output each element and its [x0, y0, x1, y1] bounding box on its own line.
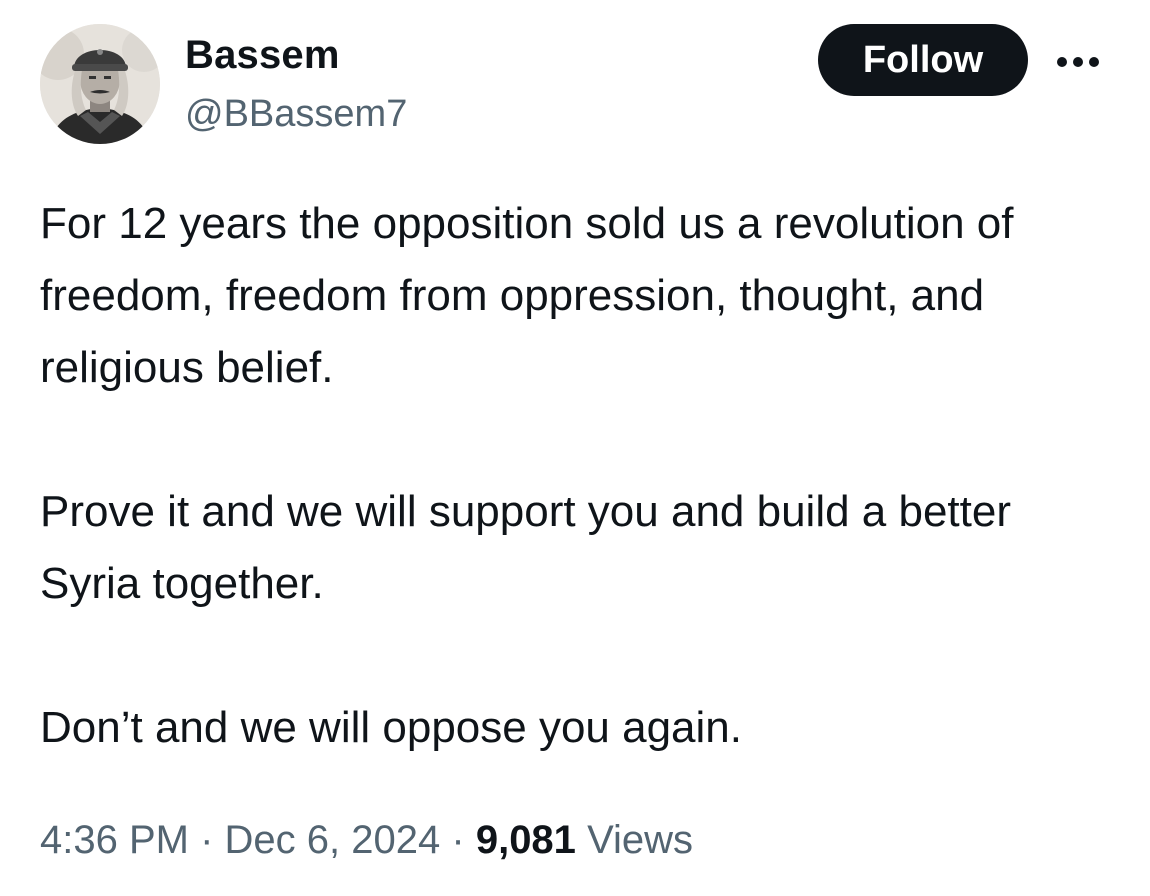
meta-separator: · — [200, 818, 214, 862]
tweet-paragraph: For 12 years the opposition sold us a re… — [40, 199, 1014, 392]
user-handle[interactable]: @BBassem7 — [185, 92, 407, 136]
tweet-text: For 12 years the opposition sold us a re… — [40, 188, 1120, 764]
display-name[interactable]: Bassem — [185, 32, 340, 78]
avatar-image — [40, 24, 160, 144]
avatar[interactable] — [40, 24, 160, 144]
tweet-meta: 4:36 PM · Dec 6, 2024 · 9,081 Views — [40, 812, 693, 868]
meta-separator: · — [451, 818, 465, 862]
more-horizontal-icon — [1057, 57, 1099, 67]
follow-button[interactable]: Follow — [818, 24, 1028, 96]
tweet-paragraph: Don’t and we will oppose you again. — [40, 703, 743, 752]
more-button[interactable] — [1048, 44, 1108, 80]
tweet-time[interactable]: 4:36 PM — [40, 818, 189, 862]
tweet-card: Bassem @BBassem7 Follow For 12 years the… — [0, 0, 1150, 896]
tweet-date[interactable]: Dec 6, 2024 — [225, 818, 441, 862]
views-label[interactable]: Views — [587, 818, 693, 862]
tweet-paragraph: Prove it and we will support you and bui… — [40, 487, 1012, 608]
views-count[interactable]: 9,081 — [476, 818, 576, 862]
